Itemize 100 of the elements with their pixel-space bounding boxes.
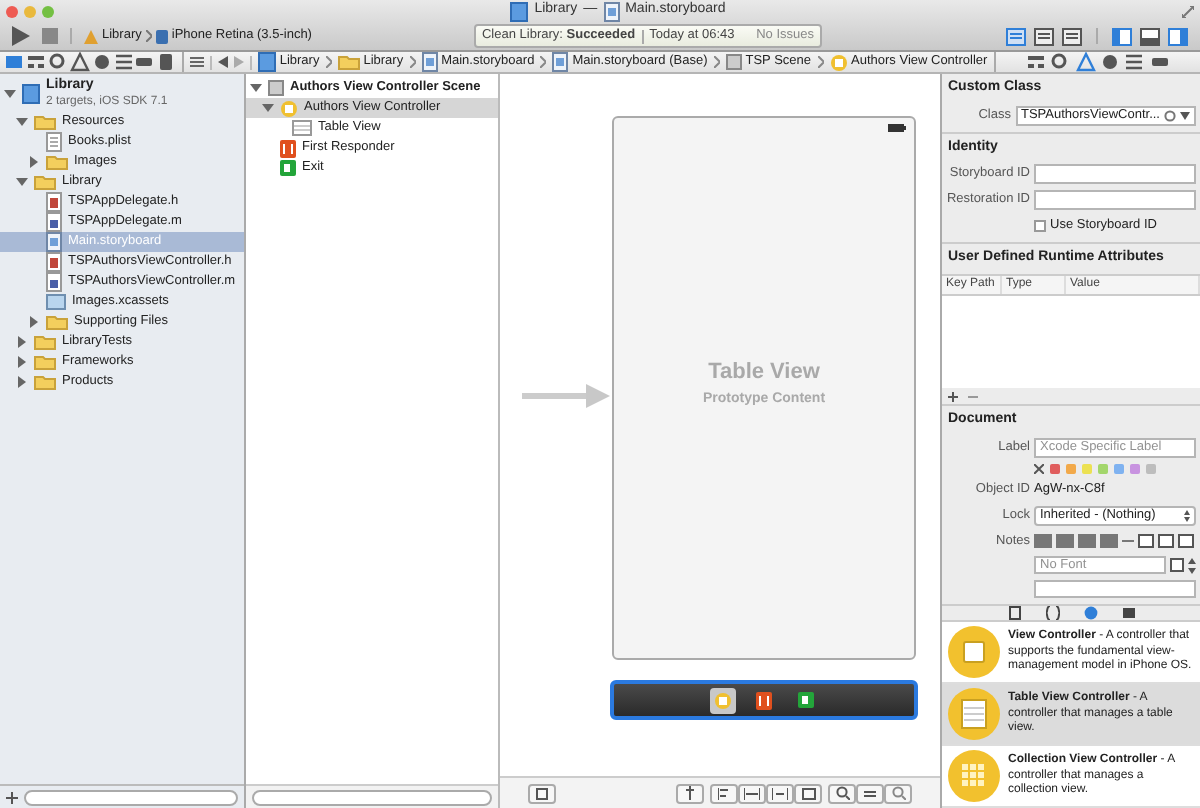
navigator-toggle-icon[interactable] — [1112, 27, 1132, 45]
navigator-tab-icon[interactable] — [113, 52, 134, 72]
disclosure-triangle-icon[interactable] — [262, 102, 274, 114]
storyboard-icon — [603, 1, 620, 21]
filter-field[interactable] — [252, 789, 492, 805]
text-field[interactable] — [1034, 190, 1196, 210]
spacing-icon — [744, 787, 760, 799]
disclosure-triangle-icon[interactable] — [28, 156, 40, 168]
navigator-tab-icon[interactable] — [1124, 52, 1145, 72]
standard-editor-icon[interactable] — [1006, 27, 1026, 45]
no-color-icon[interactable] — [1034, 463, 1044, 474]
toggle-outline-button[interactable] — [528, 783, 556, 803]
plist-icon — [46, 132, 62, 152]
disclosure-triangle-icon[interactable] — [16, 336, 28, 348]
disclosure-triangle-icon[interactable] — [16, 176, 28, 188]
navigator-tab-icon[interactable] — [1149, 52, 1170, 72]
navigator-tab-icon[interactable] — [1050, 52, 1071, 72]
scene-icon — [268, 80, 284, 96]
label-color-swatch[interactable] — [1066, 463, 1076, 474]
path-separator-icon — [409, 56, 416, 68]
navigator-tab-icon[interactable] — [156, 52, 177, 72]
project-icon — [22, 84, 40, 104]
header-icon — [46, 192, 62, 212]
object-library-icon[interactable] — [1083, 606, 1097, 621]
stepper-icon[interactable] — [1188, 557, 1196, 574]
checkbox[interactable] — [1034, 219, 1046, 232]
text-formatting-toolbar-icon[interactable] — [1034, 533, 1194, 548]
actual-size-button[interactable] — [856, 783, 884, 803]
version-editor-icon[interactable] — [1062, 27, 1082, 45]
label-color-swatch[interactable] — [1050, 463, 1060, 474]
table-controller-icon — [948, 688, 1000, 741]
path-separator-icon — [145, 30, 152, 42]
label-color-swatch[interactable] — [1082, 463, 1092, 474]
controller-icon — [713, 691, 731, 709]
align-button[interactable] — [710, 783, 738, 803]
entry-point-arrow — [522, 384, 610, 408]
disclosure-triangle-icon[interactable] — [16, 116, 28, 128]
navigator-tab-icon[interactable] — [48, 52, 69, 72]
collection-controller-icon — [948, 750, 1000, 803]
responder-icon — [280, 139, 296, 157]
storyboard-icon — [552, 52, 569, 72]
battery-icon — [888, 124, 906, 132]
close-button[interactable] — [6, 5, 18, 17]
related-items-icon[interactable] — [189, 56, 204, 68]
storyboard-icon — [46, 232, 62, 252]
assistant-editor-icon[interactable] — [1034, 27, 1054, 45]
navigator-tab-icon[interactable] — [26, 52, 47, 72]
path-separator-icon — [713, 56, 720, 68]
utilities-toggle-icon[interactable] — [1168, 27, 1188, 45]
navigator-tab-icon[interactable] — [1075, 52, 1096, 72]
label-color-swatch[interactable] — [1114, 463, 1124, 474]
path-separator-icon — [540, 56, 547, 68]
navigator-tab-icon[interactable] — [4, 52, 25, 72]
label-color-swatch[interactable] — [1130, 463, 1140, 474]
disclosure-triangle-icon[interactable] — [250, 82, 262, 94]
filter-field[interactable] — [24, 789, 238, 805]
dock-item[interactable] — [709, 687, 735, 713]
navigator-tab-icon[interactable] — [1100, 52, 1120, 72]
disclosure-triangle-icon[interactable] — [16, 356, 28, 368]
disclosure-triangle-icon[interactable] — [28, 316, 40, 328]
disclosure-triangle-icon[interactable] — [16, 376, 28, 388]
add-icon[interactable] — [6, 791, 18, 803]
resolve-constraints-button[interactable] — [676, 783, 704, 803]
navigator-tab-icon[interactable] — [69, 52, 90, 72]
align-icon — [718, 787, 730, 799]
embed-button[interactable] — [794, 783, 822, 803]
zoom-in-button[interactable] — [884, 783, 912, 803]
add-icon[interactable] — [948, 391, 958, 402]
fullscreen-icon[interactable] — [1182, 5, 1194, 17]
run-icon[interactable] — [12, 26, 30, 46]
back-icon[interactable] — [217, 56, 228, 68]
device-icon — [155, 29, 168, 43]
dock-item[interactable] — [751, 687, 777, 713]
label-color-swatch[interactable] — [1098, 463, 1108, 474]
scene-icon — [725, 54, 742, 70]
navigator-tab-icon[interactable] — [1025, 52, 1046, 72]
code-snippet-icon[interactable] — [1045, 606, 1059, 621]
navigator-tab-icon[interactable] — [91, 52, 112, 72]
file-template-icon[interactable] — [1007, 606, 1021, 621]
storyboard-icon — [421, 52, 438, 72]
path-separator-icon — [817, 56, 824, 68]
exit-icon — [798, 692, 814, 708]
frame-icon — [801, 787, 815, 799]
debug-area-toggle-icon[interactable] — [1140, 27, 1160, 45]
pin-button[interactable] — [738, 783, 766, 803]
media-library-icon[interactable] — [1121, 606, 1135, 621]
resizing-button[interactable] — [766, 783, 794, 803]
disclosure-triangle-icon[interactable] — [4, 88, 16, 100]
spacing-icon — [772, 787, 788, 799]
source-icon — [46, 212, 62, 232]
font-picker-icon[interactable] — [1170, 558, 1184, 573]
zoom-out-button[interactable] — [828, 783, 856, 803]
folder-icon — [34, 374, 56, 390]
dock-item[interactable] — [793, 687, 819, 713]
label-color-swatch[interactable] — [1146, 463, 1156, 474]
stepper-arrows-icon — [1184, 509, 1190, 521]
header-icon — [46, 252, 62, 272]
text-field[interactable] — [1034, 164, 1196, 184]
scene-title: Table View — [708, 358, 820, 388]
navigator-tab-icon[interactable] — [134, 52, 155, 72]
